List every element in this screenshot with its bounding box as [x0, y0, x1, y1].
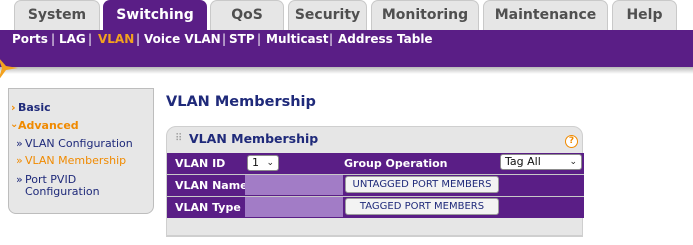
subnav-separator: | [136, 32, 141, 46]
bullet-icon: » [16, 173, 23, 186]
tab-monitoring[interactable]: Monitoring [371, 0, 479, 30]
drag-handle-icon[interactable]: ⠿ [175, 133, 182, 144]
menu-advanced[interactable]: Advanced [18, 119, 79, 132]
vlan-name-field [245, 175, 343, 195]
tab-system[interactable]: System [14, 0, 100, 30]
subnav-separator: | [222, 32, 227, 46]
menu-vlan-membership[interactable]: VLAN Membership [25, 154, 126, 167]
group-operation-value: Tag All [505, 155, 541, 168]
menu-vlan-configuration[interactable]: VLAN Configuration [25, 137, 133, 150]
header-shadow [0, 67, 693, 74]
chevron-right-icon: › [11, 101, 16, 114]
vlan-name-label: VLAN Name [175, 179, 248, 192]
tab-help[interactable]: Help [612, 0, 677, 30]
tab-qos[interactable]: QoS [210, 0, 284, 30]
vlan-type-field [245, 197, 343, 217]
chevron-down-icon: ⌄ [569, 157, 577, 167]
vlan-type-row: VLAN Type TAGGED PORT MEMBERS [167, 197, 584, 218]
panel-title: VLAN Membership [189, 131, 319, 146]
vlan-id-value: 1 [252, 156, 259, 169]
tab-security[interactable]: Security [288, 0, 367, 30]
subnav-voice-vlan[interactable]: Voice VLAN [144, 32, 221, 46]
chevron-down-icon: ⌄ [266, 158, 274, 168]
menu-basic[interactable]: Basic [18, 101, 51, 114]
group-operation-select[interactable]: Tag All ⌄ [500, 154, 582, 170]
app-root: System Switching QoS Security Monitoring… [0, 0, 693, 245]
menu-port-pvid-configuration[interactable]: Configuration [25, 185, 100, 198]
vlan-membership-panel: ⠿ VLAN Membership ? VLAN ID 1 ⌄ Group Op… [166, 126, 584, 236]
vlan-type-label: VLAN Type [175, 201, 241, 214]
tab-maintenance[interactable]: Maintenance [483, 0, 608, 30]
bullet-icon: » [16, 154, 23, 167]
bullet-icon: » [16, 137, 23, 150]
subnav-stp[interactable]: STP [229, 32, 255, 46]
sub-nav: Ports | LAG | VLAN | Voice VLAN | STP | … [0, 30, 693, 51]
tab-switching[interactable]: Switching [103, 0, 207, 30]
subnav-multicast[interactable]: Multicast [266, 32, 329, 46]
subnav-separator: | [329, 32, 334, 46]
star-ornament-icon [0, 59, 18, 79]
vlan-name-row: VLAN Name UNTAGGED PORT MEMBERS [167, 175, 584, 196]
main-tab-bar: System Switching QoS Security Monitoring… [0, 0, 693, 30]
help-icon[interactable]: ? [565, 135, 578, 148]
subnav-ports[interactable]: Ports [12, 32, 48, 46]
page-title: VLAN Membership [166, 94, 316, 110]
subnav-separator: | [51, 32, 56, 46]
subnav-separator: | [257, 32, 262, 46]
untagged-port-members-button[interactable]: UNTAGGED PORT MEMBERS [345, 176, 499, 193]
panel-bottom-line [166, 236, 583, 237]
vlan-id-select[interactable]: 1 ⌄ [247, 155, 279, 171]
left-menu: › Basic ⌄ Advanced » VLAN Configuration … [8, 88, 154, 214]
subnav-lag[interactable]: LAG [59, 32, 86, 46]
group-operation-label: Group Operation [344, 157, 448, 170]
header-band [0, 51, 693, 67]
subnav-separator: | [88, 32, 93, 46]
vlan-id-label: VLAN ID [175, 157, 226, 170]
tagged-port-members-button[interactable]: TAGGED PORT MEMBERS [345, 198, 499, 215]
subnav-vlan[interactable]: VLAN [98, 32, 134, 46]
subnav-address-table[interactable]: Address Table [338, 32, 433, 46]
vlan-id-row: VLAN ID 1 ⌄ Group Operation Tag All ⌄ [167, 153, 584, 174]
